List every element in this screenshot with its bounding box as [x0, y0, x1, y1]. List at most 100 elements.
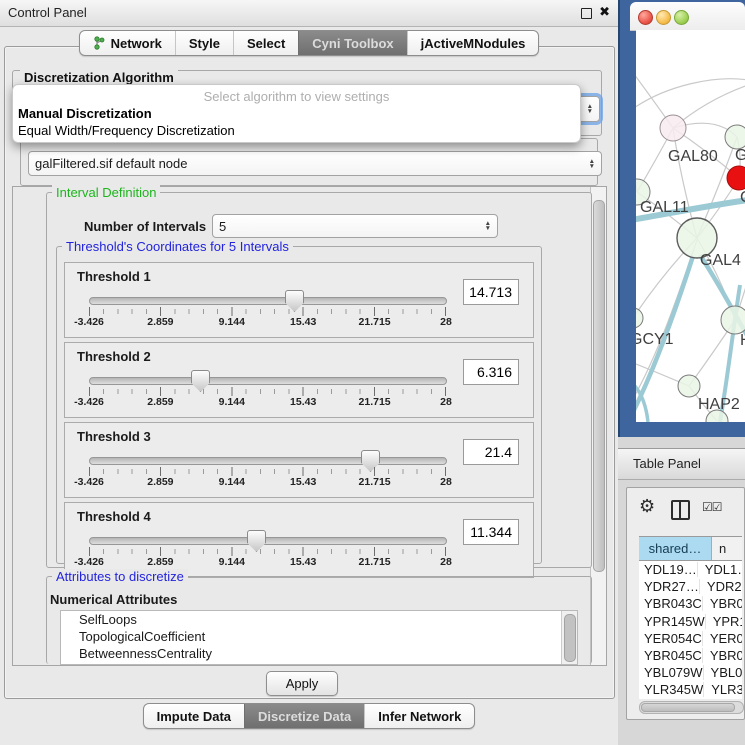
numerical-attributes-label: Numerical Attributes [50, 592, 177, 607]
list-scrollbar-thumb[interactable] [564, 614, 576, 662]
threshold-4-value-input[interactable] [463, 519, 519, 545]
tab-network-label: Network [111, 36, 162, 51]
cell-shared-name: YBR043C [639, 596, 702, 611]
table-row[interactable]: YDR27… YDR2… [639, 578, 742, 595]
tab-select-label: Select [247, 36, 285, 51]
cell-shared-name: YER054C [639, 631, 702, 646]
horizontal-scrollbar[interactable] [639, 701, 744, 714]
numerical-attributes-list[interactable]: SelfLoops TopologicalCoefficient Between… [60, 610, 578, 665]
threshold-1-slider-track[interactable] [89, 297, 447, 305]
node-right-top[interactable] [725, 125, 745, 149]
scale-label: 15.43 [290, 476, 316, 488]
node-hap2[interactable] [678, 375, 700, 397]
tab-style[interactable]: Style [175, 31, 233, 55]
tab-network[interactable]: Network [80, 31, 175, 55]
tab-impute-data[interactable]: Impute Data [144, 704, 244, 728]
threshold-2-value-input[interactable] [463, 359, 519, 385]
node-label-gcy1: GCY1 [636, 331, 674, 348]
scale-label: -3.426 [74, 396, 104, 408]
table-data-combobox-value: galFiltered.sif default node [35, 156, 583, 171]
tab-discretize-data-label: Discretize Data [258, 709, 351, 724]
tab-jactivemnodules[interactable]: jActiveMNodules [407, 31, 539, 55]
threshold-3-slider-track[interactable] [89, 457, 447, 465]
scale-label: 28 [440, 556, 452, 568]
apply-button[interactable]: Apply [266, 671, 338, 696]
threshold-3-label: Threshold 3 [77, 429, 151, 444]
popup-option-manual-discretization[interactable]: Manual Discretization [18, 106, 152, 121]
list-item[interactable]: SelfLoops [61, 611, 577, 628]
minimize-traffic-light-icon[interactable] [656, 10, 671, 25]
threshold-1-label: Threshold 1 [77, 269, 151, 284]
slider-ticks [89, 547, 446, 556]
node-attribute-table[interactable]: shared… n YDL19… YDL1… YDR27… YDR2… YBR0… [639, 536, 742, 699]
network-icon [93, 36, 106, 50]
node-right-low[interactable] [721, 306, 745, 334]
table-row[interactable]: YDL19… YDL1… [639, 561, 742, 578]
scale-label: -3.426 [74, 556, 104, 568]
zoom-traffic-light-icon[interactable] [674, 10, 689, 25]
node-gal80[interactable] [660, 115, 686, 141]
control-panel: Control Panel ✖ Network Style Select [0, 0, 619, 745]
threshold-2-slider-track[interactable] [89, 377, 447, 385]
scale-label: 21.715 [359, 476, 391, 488]
cell-shared-name: YBR045C [639, 648, 702, 663]
threshold-3-value-input[interactable] [463, 439, 519, 465]
tab-cyni-toolbox[interactable]: Cyni Toolbox [298, 31, 406, 55]
popup-option-equal-width-frequency[interactable]: Equal Width/Frequency Discretization [18, 123, 235, 138]
table-row[interactable]: YLR345W YLR3… [639, 681, 742, 698]
list-scrollbar[interactable] [561, 611, 577, 664]
tab-discretize-data[interactable]: Discretize Data [244, 704, 364, 728]
cell-name: YER0… [702, 631, 742, 646]
table-row[interactable]: YER054C YER0… [639, 630, 742, 647]
scale-label: 2.859 [147, 476, 173, 488]
threshold-4-slider-track[interactable] [89, 537, 447, 545]
column-header-shared-name[interactable]: shared… [639, 537, 712, 560]
network-view-canvas[interactable]: GAL80 G C GAL11 GAL4 GCY1 H HAP2 [636, 30, 745, 422]
threshold-2-label: Threshold 2 [77, 349, 151, 364]
node-gcy1[interactable] [636, 308, 643, 328]
scale-label: 9.144 [219, 476, 245, 488]
threshold-1-value-input[interactable] [463, 279, 519, 305]
table-panel-title: Table Panel [633, 456, 701, 471]
tab-select[interactable]: Select [233, 31, 298, 55]
scale-label: -3.426 [74, 476, 104, 488]
gear-icon[interactable]: ⚙ [639, 496, 655, 517]
slider-scale: -3.426 2.859 9.144 15.43 21.715 28 [89, 316, 446, 329]
threshold-4-label: Threshold 4 [77, 509, 151, 524]
cell-shared-name: YDR27… [639, 579, 699, 594]
table-row[interactable]: YBR043C YBR0… [639, 595, 742, 612]
table-row[interactable]: YBR045C YBR0… [639, 647, 742, 664]
scale-label: 2.859 [147, 316, 173, 328]
float-window-icon[interactable] [581, 8, 592, 19]
select-columns-checkbox-icons[interactable]: ☑☑ [702, 500, 722, 514]
number-of-intervals-combobox[interactable]: 5 ▲▼ [212, 214, 498, 238]
horizontal-scrollbar-thumb[interactable] [641, 703, 735, 712]
tab-infer-network-label: Infer Network [378, 709, 461, 724]
column-header-name[interactable]: n [712, 537, 742, 560]
discretization-algorithm-group-title: Discretization Algorithm [20, 70, 178, 85]
bottom-tabs: Impute Data Discretize Data Infer Networ… [143, 703, 476, 729]
vertical-scrollbar-thumb[interactable] [593, 200, 605, 572]
column-layout-icon[interactable] [671, 500, 690, 520]
table-data-combobox[interactable]: galFiltered.sif default node ▲▼ [28, 151, 602, 176]
close-traffic-light-icon[interactable] [638, 10, 653, 25]
node-label-partial-right-mid: C [740, 189, 745, 206]
table-row[interactable]: YBL079W YBL0… [639, 664, 742, 681]
table-row[interactable]: YIL052C YIL0… [639, 699, 742, 700]
vertical-scrollbar[interactable] [590, 187, 606, 665]
list-item[interactable]: BetweennessCentrality [61, 645, 577, 662]
tab-infer-network[interactable]: Infer Network [364, 704, 474, 728]
cell-name: YPR1… [705, 614, 742, 629]
top-tabs: Network Style Select Cyni Toolbox jActiv… [79, 30, 540, 56]
network-window-titlebar[interactable] [630, 2, 745, 31]
scale-label: 9.144 [219, 396, 245, 408]
table-panel-header: Table Panel [618, 448, 745, 480]
cell-shared-name: YPR145W [639, 614, 705, 629]
list-item[interactable]: TopologicalCoefficient [61, 628, 577, 645]
combo-stepper-icon: ▲▼ [479, 221, 491, 231]
table-row[interactable]: YPR145W YPR1… [639, 613, 742, 630]
slider-ticks [89, 307, 446, 316]
interval-definition-group-title: Interval Definition [52, 185, 160, 200]
close-icon[interactable]: ✖ [599, 4, 610, 20]
attributes-group-title: Attributes to discretize [52, 569, 188, 584]
